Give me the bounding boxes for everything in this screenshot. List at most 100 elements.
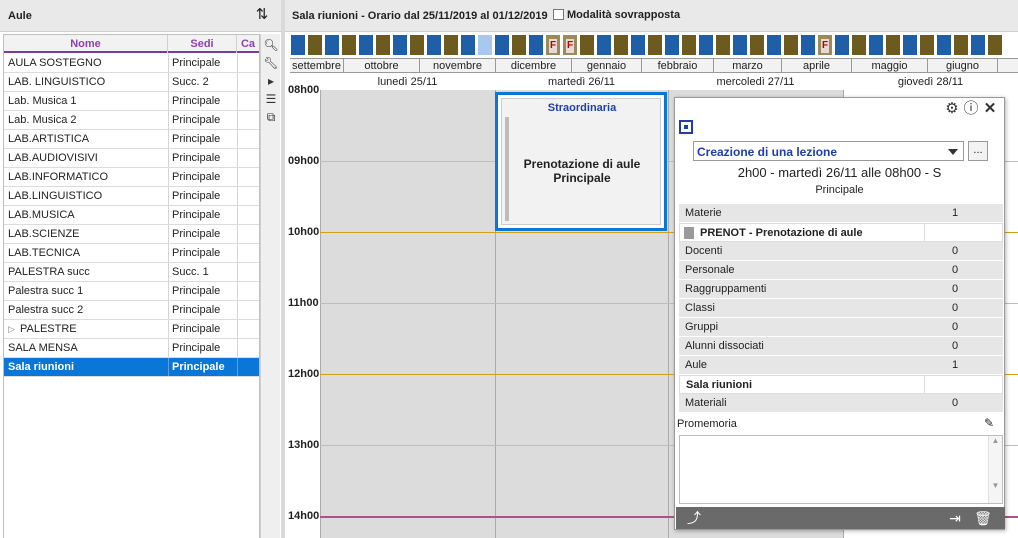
close-icon[interactable]: ✕: [981, 100, 999, 118]
week-cell[interactable]: [426, 34, 442, 56]
month-label[interactable]: settembre: [290, 59, 344, 73]
memo-textarea[interactable]: ▲ ▼: [679, 435, 1003, 504]
list-item[interactable]: SALA MENSA Principale: [4, 339, 259, 358]
detail-subrow[interactable]: Sala riunioni: [679, 375, 1003, 394]
week-cell[interactable]: [851, 34, 867, 56]
action-select[interactable]: Creazione di una lezione: [693, 141, 964, 161]
list-item[interactable]: LAB.ARTISTICA Principale: [4, 130, 259, 149]
week-cell[interactable]: [834, 34, 850, 56]
week-cell[interactable]: [698, 34, 714, 56]
column-header-ca[interactable]: Ca: [237, 35, 259, 53]
wrench-icon[interactable]: 🔧︎: [262, 54, 280, 72]
week-cell[interactable]: [647, 34, 663, 56]
week-cell[interactable]: F: [562, 34, 578, 56]
week-cell[interactable]: [307, 34, 323, 56]
filter-icon[interactable]: ⇅: [253, 6, 271, 24]
month-label[interactable]: febbraio: [642, 59, 714, 73]
list-item[interactable]: LAB.MUSICA Principale: [4, 206, 259, 225]
panel-splitter[interactable]: [281, 0, 285, 538]
gear-icon[interactable]: ⚙: [943, 100, 961, 118]
week-cell[interactable]: [953, 34, 969, 56]
week-cell[interactable]: [800, 34, 816, 56]
month-label[interactable]: gennaio: [572, 59, 642, 73]
more-button[interactable]: ...: [968, 141, 988, 161]
info-icon[interactable]: ⓘ: [962, 100, 980, 118]
detail-row[interactable]: Gruppi 0: [679, 318, 1003, 337]
week-cell[interactable]: [579, 34, 595, 56]
week-cell[interactable]: [494, 34, 510, 56]
list-item[interactable]: LAB.AUDIOVISIVI Principale: [4, 149, 259, 168]
search-icon[interactable]: 🔍︎: [262, 36, 280, 54]
week-cell[interactable]: [868, 34, 884, 56]
week-cell[interactable]: [732, 34, 748, 56]
week-cell[interactable]: [885, 34, 901, 56]
week-cell[interactable]: [443, 34, 459, 56]
week-cell[interactable]: [341, 34, 357, 56]
list-item[interactable]: Lab. Musica 2 Principale: [4, 111, 259, 130]
copy-icon[interactable]: ⧉: [262, 108, 280, 126]
list-item[interactable]: LAB.SCIENZE Principale: [4, 225, 259, 244]
detail-row[interactable]: Materiali 0: [679, 394, 1003, 413]
week-cell[interactable]: [392, 34, 408, 56]
detail-row[interactable]: Classi 0: [679, 299, 1003, 318]
week-cell[interactable]: [970, 34, 986, 56]
week-cell[interactable]: [919, 34, 935, 56]
week-cell[interactable]: [613, 34, 629, 56]
list-item[interactable]: Lab. Musica 1 Principale: [4, 92, 259, 111]
week-cell[interactable]: [409, 34, 425, 56]
list-item[interactable]: Sala riunioni Principale: [4, 358, 259, 377]
share-icon[interactable]: ⤴: [685, 509, 703, 527]
edit-icon[interactable]: ✎: [984, 417, 998, 430]
week-cell[interactable]: [375, 34, 391, 56]
detail-row[interactable]: Docenti 0: [679, 242, 1003, 261]
month-label[interactable]: aprile: [782, 59, 852, 73]
week-cell[interactable]: [902, 34, 918, 56]
list-item[interactable]: LAB. LINGUISTICO Succ. 2: [4, 73, 259, 92]
detail-subrow[interactable]: PRENOT - Prenotazione di aule: [679, 223, 1003, 242]
column-header-nome[interactable]: Nome: [4, 35, 168, 53]
week-cell[interactable]: [324, 34, 340, 56]
week-cell[interactable]: [681, 34, 697, 56]
week-cell[interactable]: [358, 34, 374, 56]
list-icon[interactable]: ☰: [262, 90, 280, 108]
detail-row[interactable]: Raggruppamenti 0: [679, 280, 1003, 299]
month-label[interactable]: marzo: [714, 59, 782, 73]
list-item[interactable]: LAB.LINGUISTICO Principale: [4, 187, 259, 206]
month-label[interactable]: dicembre: [496, 59, 572, 73]
list-item[interactable]: PALESTRA succ Succ. 1: [4, 263, 259, 282]
week-cell[interactable]: [766, 34, 782, 56]
week-cell[interactable]: [749, 34, 765, 56]
overlay-mode-checkbox[interactable]: [553, 9, 564, 20]
detail-row[interactable]: Personale 0: [679, 261, 1003, 280]
week-cell[interactable]: [715, 34, 731, 56]
month-label[interactable]: giugno: [928, 59, 998, 73]
week-cell[interactable]: [936, 34, 952, 56]
week-cell[interactable]: [664, 34, 680, 56]
list-item[interactable]: PALESTRE ▷ Principale: [4, 320, 259, 339]
week-cell[interactable]: F: [817, 34, 833, 56]
list-item[interactable]: Palestra succ 1 Principale: [4, 282, 259, 301]
week-cell[interactable]: [987, 34, 1003, 56]
month-label[interactable]: ottobre: [344, 59, 420, 73]
week-cell[interactable]: [596, 34, 612, 56]
week-cell[interactable]: [477, 34, 493, 56]
list-item[interactable]: LAB.INFORMATICO Principale: [4, 168, 259, 187]
day-column-monday[interactable]: [320, 90, 495, 538]
week-cell[interactable]: [783, 34, 799, 56]
week-cell[interactable]: F: [545, 34, 561, 56]
month-label[interactable]: novembre: [420, 59, 496, 73]
column-header-sedi[interactable]: Sedi: [168, 35, 237, 53]
week-cell[interactable]: [460, 34, 476, 56]
detail-row[interactable]: Alunni dissociati 0: [679, 337, 1003, 356]
detail-row[interactable]: Materie 1: [679, 204, 1003, 223]
week-cell[interactable]: [528, 34, 544, 56]
trash-icon[interactable]: 🗑︎: [974, 509, 992, 527]
export-icon[interactable]: ⇥: [946, 509, 964, 527]
memo-scrollbar[interactable]: ▲ ▼: [988, 436, 1002, 503]
week-cell[interactable]: [290, 34, 306, 56]
list-item[interactable]: LAB.TECNICA Principale: [4, 244, 259, 263]
detail-row[interactable]: Aule 1: [679, 356, 1003, 375]
month-label[interactable]: maggio: [852, 59, 928, 73]
list-item[interactable]: AULA SOSTEGNO Principale: [4, 54, 259, 73]
list-item[interactable]: Palestra succ 2 Principale: [4, 301, 259, 320]
